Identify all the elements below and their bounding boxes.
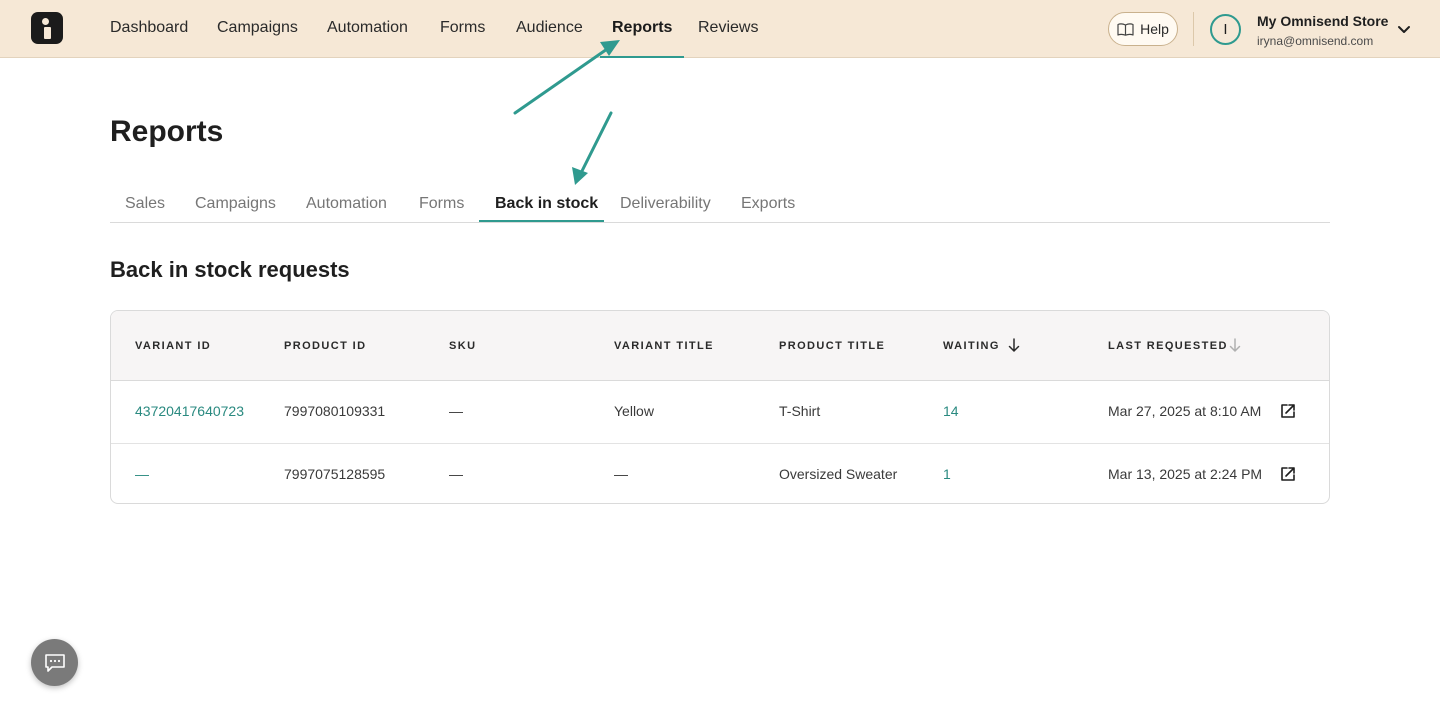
tab-campaigns[interactable]: Campaigns	[195, 195, 276, 213]
top-bar: Dashboard Campaigns Automation Forms Aud…	[0, 0, 1440, 58]
sort-down-icon[interactable]	[1229, 337, 1241, 353]
cell-waiting[interactable]: 1	[943, 466, 951, 482]
tab-back-in-stock[interactable]: Back in stock	[495, 195, 598, 213]
cell-variant-title: Yellow	[614, 403, 654, 419]
tab-deliverability[interactable]: Deliverability	[620, 195, 711, 213]
tab-forms[interactable]: Forms	[419, 195, 464, 213]
table-row: 43720417640723 7997080109331 — Yellow T-…	[111, 381, 1329, 443]
store-name[interactable]: My Omnisend Store	[1257, 13, 1388, 29]
help-button[interactable]: Help	[1108, 12, 1178, 46]
nav-item-campaigns[interactable]: Campaigns	[217, 19, 298, 37]
nav-item-audience[interactable]: Audience	[516, 19, 583, 37]
cell-variant-id[interactable]: —	[135, 466, 149, 482]
header-divider	[1193, 12, 1194, 46]
book-icon	[1117, 22, 1134, 36]
tab-active-underline	[479, 220, 604, 222]
page-title: Reports	[110, 115, 224, 148]
cell-product-id: 7997080109331	[284, 403, 386, 419]
sort-down-icon[interactable]	[1008, 337, 1020, 353]
cell-variant-id[interactable]: 43720417640723	[135, 403, 244, 419]
cell-sku: —	[449, 403, 463, 419]
cell-waiting[interactable]: 14	[943, 403, 959, 419]
nav-item-forms[interactable]: Forms	[440, 19, 485, 37]
cell-product-title: Oversized Sweater	[779, 466, 898, 482]
cell-sku: —	[449, 466, 463, 482]
help-label: Help	[1140, 21, 1169, 37]
external-link-icon[interactable]	[1280, 466, 1296, 482]
tab-automation[interactable]: Automation	[306, 195, 387, 213]
nav-item-automation[interactable]: Automation	[327, 19, 408, 37]
nav-item-reviews[interactable]: Reviews	[698, 19, 758, 37]
column-header-product-id: PRODUCT ID	[284, 340, 367, 352]
annotation-arrow	[572, 111, 613, 185]
chat-icon	[44, 653, 65, 672]
chevron-down-icon[interactable]	[1396, 24, 1412, 36]
external-link-icon[interactable]	[1280, 403, 1296, 419]
column-header-last-requested[interactable]: LAST REQUESTED	[1108, 340, 1228, 352]
avatar[interactable]: I	[1210, 14, 1241, 45]
cell-last-requested: Mar 27, 2025 at 8:10 AM	[1108, 403, 1262, 419]
nav-active-underline	[600, 56, 684, 58]
tab-exports[interactable]: Exports	[741, 195, 795, 213]
store-email: iryna@omnisend.com	[1257, 34, 1374, 48]
nav-item-reports[interactable]: Reports	[612, 19, 672, 37]
cell-variant-title: —	[614, 466, 628, 482]
cell-product-id: 7997075128595	[284, 466, 386, 482]
logo-icon[interactable]	[31, 12, 63, 44]
column-header-sku: SKU	[449, 340, 477, 352]
column-header-variant-title: VARIANT TITLE	[614, 340, 714, 352]
column-header-waiting[interactable]: WAITING	[943, 340, 1000, 352]
cell-product-title: T-Shirt	[779, 403, 821, 419]
nav-item-dashboard[interactable]: Dashboard	[110, 19, 188, 37]
column-header-variant-id: VARIANT ID	[135, 340, 212, 352]
column-header-product-title: PRODUCT TITLE	[779, 340, 886, 352]
section-title: Back in stock requests	[110, 257, 350, 282]
table-header: VARIANT ID PRODUCT ID SKU VARIANT TITLE …	[111, 311, 1329, 381]
reports-tabs: Sales Campaigns Automation Forms Back in…	[110, 186, 1330, 223]
table-row: — 7997075128595 — — Oversized Sweater 1 …	[111, 443, 1329, 503]
tab-sales[interactable]: Sales	[125, 195, 165, 213]
back-in-stock-table: VARIANT ID PRODUCT ID SKU VARIANT TITLE …	[110, 310, 1330, 504]
cell-last-requested: Mar 13, 2025 at 2:24 PM	[1108, 466, 1263, 482]
chat-button[interactable]	[31, 639, 78, 686]
avatar-initial: I	[1223, 21, 1228, 38]
